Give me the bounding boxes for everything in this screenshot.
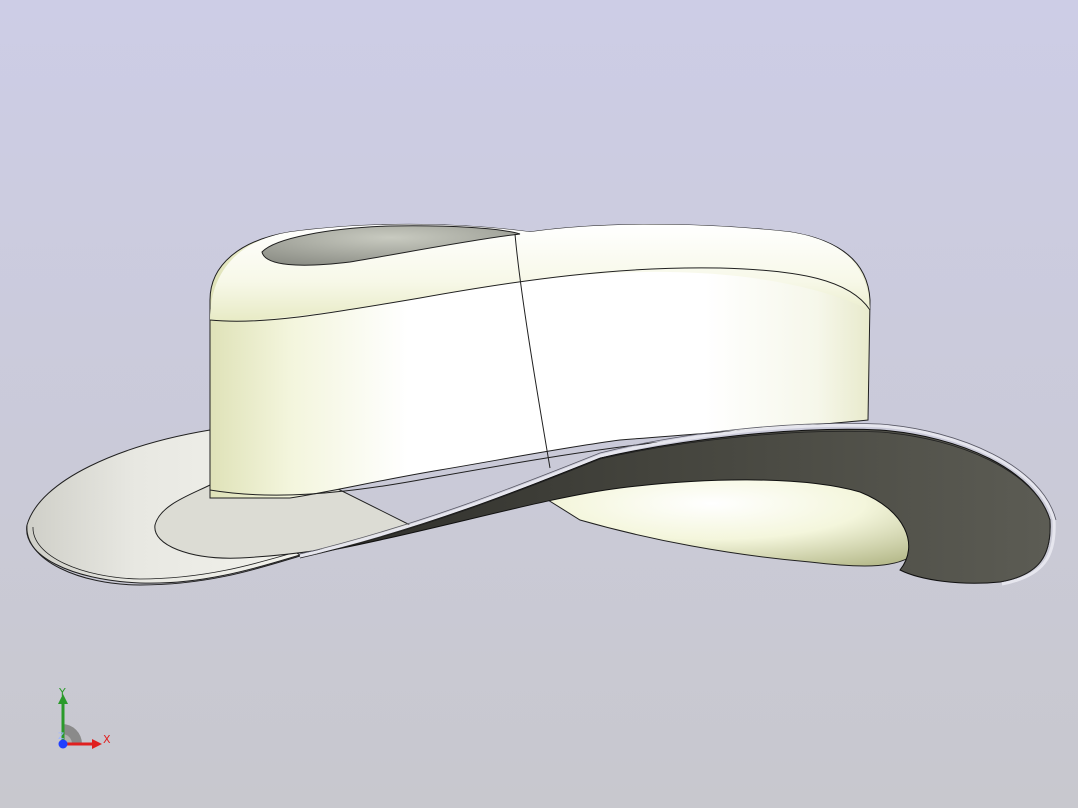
z-axis-label: Z bbox=[58, 732, 65, 742]
y-axis-label: Y bbox=[59, 686, 66, 699]
x-axis-label: X bbox=[103, 733, 111, 746]
axis-triad: Y X Z bbox=[48, 684, 128, 756]
x-axis-arrow bbox=[92, 739, 102, 749]
model-scene[interactable] bbox=[0, 0, 1078, 808]
3d-viewport[interactable]: Y X Z bbox=[0, 0, 1078, 808]
